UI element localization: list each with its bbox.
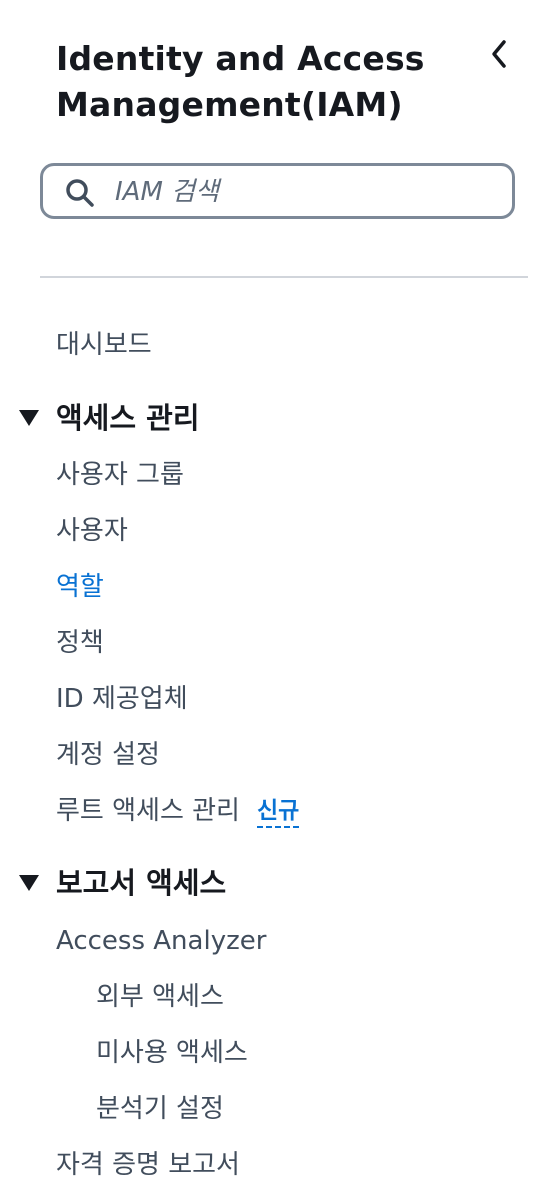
caret-down-icon	[19, 410, 39, 426]
search-input[interactable]	[115, 174, 495, 210]
nav-link-root-access-management[interactable]: 루트 액세스 관리	[56, 794, 240, 828]
nav-link-dashboard[interactable]: 대시보드	[56, 328, 152, 362]
nav-link-credential-report[interactable]: 자격 증명 보고서	[56, 1148, 240, 1182]
nav-link-external-access[interactable]: 외부 액세스	[96, 980, 224, 1014]
nav-link-user-groups[interactable]: 사용자 그룹	[56, 458, 184, 492]
collapse-navigation-button[interactable]	[484, 34, 516, 74]
nav-link-access-analyzer[interactable]: Access Analyzer	[56, 924, 266, 958]
nav-link-roles[interactable]: 역할	[56, 570, 104, 604]
iam-navigation-panel: Identity and Access Management(IAM) 대시보드…	[0, 0, 560, 1198]
section-label-access-reports: 보고서 액세스	[56, 866, 227, 900]
section-header-access-reports[interactable]: 보고서 액세스	[18, 864, 226, 902]
divider	[40, 276, 528, 278]
page-title: Identity and Access Management(IAM)	[56, 39, 425, 124]
nav-link-account-settings[interactable]: 계정 설정	[56, 738, 160, 772]
search-box	[40, 163, 515, 219]
section-header-access-management[interactable]: 액세스 관리	[18, 399, 200, 437]
section-label-access-management: 액세스 관리	[56, 401, 200, 435]
nav-link-policies[interactable]: 정책	[56, 626, 104, 660]
nav-link-users[interactable]: 사용자	[56, 514, 128, 548]
new-badge[interactable]: 신규	[257, 796, 300, 828]
search-icon	[66, 179, 94, 207]
nav-link-identity-providers[interactable]: ID 제공업체	[56, 682, 188, 716]
caret-down-icon	[19, 875, 39, 891]
nav-link-unused-access[interactable]: 미사용 액세스	[96, 1036, 248, 1070]
chevron-left-icon	[492, 40, 506, 68]
nav-link-analyzer-settings[interactable]: 분석기 설정	[96, 1092, 224, 1126]
